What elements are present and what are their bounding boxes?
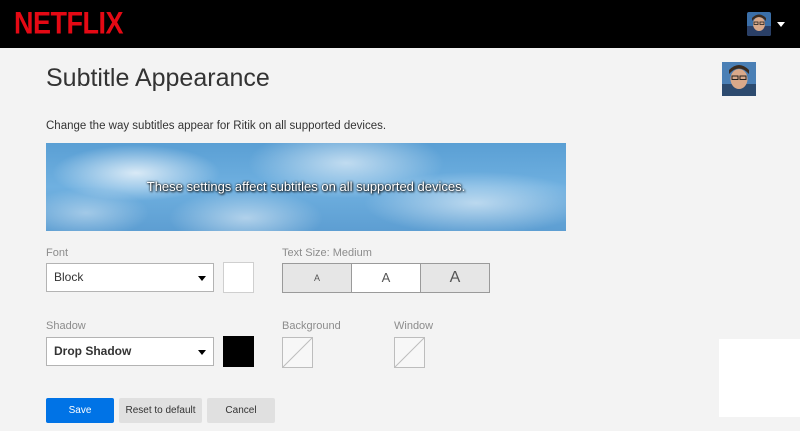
blank-panel [719,339,800,417]
background-label: Background [282,320,341,332]
profile-avatar-icon[interactable] [747,12,771,36]
profile-menu-caret-icon[interactable] [777,22,785,27]
window-label: Window [394,320,434,332]
text-size-small-button[interactable]: A [283,264,351,292]
page-title: Subtitle Appearance [46,64,270,92]
page-description: Change the way subtitles appear for Riti… [46,120,387,132]
window-color-swatch[interactable] [394,337,425,368]
chevron-down-icon [198,276,206,281]
subtitle-preview-text: These settings affect subtitles on all s… [146,179,466,194]
text-size-large-button[interactable]: A [421,264,489,292]
shadow-select-value: Drop Shadow [54,344,132,358]
reset-to-default-button[interactable]: Reset to default [119,398,202,423]
shadow-color-swatch[interactable] [223,336,254,367]
chevron-down-icon [198,350,206,355]
text-size-label: Text Size: Medium [282,247,372,259]
text-size-medium-button[interactable]: A [351,264,421,292]
disabled-slash-icon [395,338,424,367]
font-label: Font [46,247,69,259]
font-color-swatch[interactable] [223,262,254,293]
top-navigation-bar: NETFLIX [0,0,800,48]
shadow-label: Shadow [46,320,86,332]
shadow-select[interactable]: Drop Shadow [46,337,214,366]
text-size-selector: A A A [282,263,490,293]
cancel-button[interactable]: Cancel [207,398,275,423]
subtitle-preview: These settings affect subtitles on all s… [46,143,566,231]
font-select[interactable]: Block [46,263,214,292]
profile-avatar-icon [722,62,756,96]
save-button[interactable]: Save [46,398,114,423]
background-color-swatch[interactable] [282,337,313,368]
netflix-logo[interactable]: NETFLIX [14,6,124,42]
font-select-value: Block [54,270,84,284]
disabled-slash-icon [283,338,312,367]
